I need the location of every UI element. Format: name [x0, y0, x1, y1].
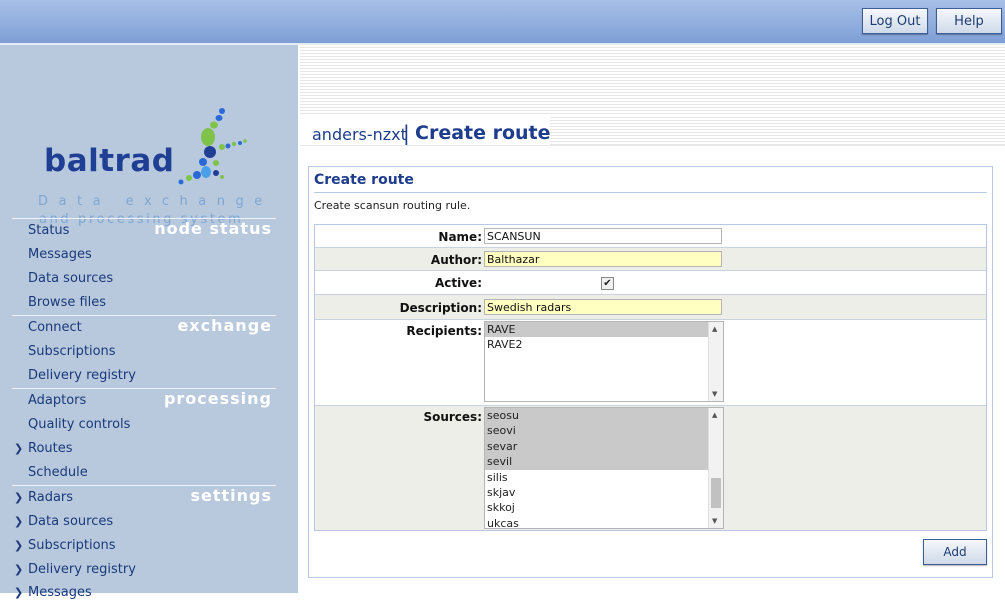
logo-wordmark: baltrad: [44, 143, 175, 179]
active-label: Active:: [434, 276, 482, 290]
sidebar-item-settings-subscriptions[interactable]: Subscriptions: [28, 538, 116, 553]
section-title: node status: [154, 219, 272, 238]
name-label: Name:: [438, 230, 482, 244]
divider: [300, 145, 1005, 146]
sidebar-item-adaptors[interactable]: Adaptors: [28, 393, 86, 408]
scroll-up-icon[interactable]: ▲: [712, 325, 717, 333]
list-item[interactable]: ukcas: [485, 516, 709, 528]
logout-button[interactable]: Log Out: [862, 8, 928, 34]
section-title: exchange: [177, 316, 272, 335]
list-item[interactable]: silis: [485, 470, 709, 485]
scrollbar[interactable]: ▲ ▼: [708, 408, 723, 528]
list-item[interactable]: seosu: [485, 408, 709, 424]
chevron-right-icon: ❯: [14, 539, 24, 552]
sidebar-item-status[interactable]: Status: [28, 223, 69, 238]
add-button[interactable]: Add: [923, 539, 987, 565]
sources-label: Sources:: [423, 410, 482, 424]
panel-description: Create scansun routing rule.: [314, 199, 471, 212]
sources-listbox[interactable]: seosu seovi sevar sevil silis skjav skko…: [484, 407, 724, 529]
list-item[interactable]: skjav: [485, 485, 709, 500]
form-row-author: Author: Balthazar: [315, 248, 986, 271]
form-row-recipients: Recipients: RAVE RAVE2 ▲ ▼: [315, 320, 986, 406]
node-name: anders-nzxt: [312, 125, 407, 144]
chevron-right-icon: ❯: [14, 563, 24, 576]
sidebar-item-routes[interactable]: Routes: [28, 441, 73, 456]
form-row-name: Name: SCANSUN: [315, 225, 986, 248]
list-item[interactable]: RAVE: [485, 322, 709, 338]
sidebar-item-delivery-registry[interactable]: Delivery registry: [28, 368, 136, 383]
header-pattern: [550, 115, 1005, 145]
list-item[interactable]: sevil: [485, 454, 709, 470]
sidebar-item-subscriptions[interactable]: Subscriptions: [28, 344, 116, 359]
scroll-up-icon[interactable]: ▲: [712, 411, 717, 419]
sidebar-item-connect[interactable]: Connect: [28, 320, 82, 335]
scroll-down-icon[interactable]: ▼: [712, 517, 717, 525]
divider: [314, 192, 987, 193]
section-title: settings: [190, 486, 272, 505]
route-form: Name: SCANSUN Author: Balthazar Active: …: [314, 224, 987, 531]
description-label: Description:: [399, 301, 482, 315]
description-input[interactable]: Swedish radars: [484, 299, 722, 315]
panel-title: Create route: [314, 172, 414, 188]
logo-graphic-icon: [178, 108, 247, 185]
form-row-active: Active: ✔: [315, 271, 986, 295]
sidebar: baltrad Data exchange and processing sys…: [0, 45, 298, 600]
recipients-label: Recipients:: [406, 324, 482, 338]
page-title: Create route: [415, 122, 551, 144]
title-separator: |: [403, 121, 410, 145]
chevron-right-icon: ❯: [14, 442, 24, 455]
active-checkbox[interactable]: ✔: [601, 277, 614, 290]
sidebar-item-radars[interactable]: Radars: [28, 490, 73, 505]
scrollbar[interactable]: ▲ ▼: [708, 322, 723, 401]
chevron-right-icon: ❯: [14, 491, 24, 504]
sidebar-item-settings-delivery-registry[interactable]: Delivery registry: [28, 562, 136, 577]
recipients-listbox[interactable]: RAVE RAVE2 ▲ ▼: [484, 321, 724, 402]
help-button[interactable]: Help: [936, 8, 1002, 34]
form-row-description: Description: Swedish radars: [315, 295, 986, 320]
create-route-panel: Create route Create scansun routing rule…: [308, 166, 993, 578]
list-item[interactable]: sevar: [485, 438, 709, 455]
list-item[interactable]: RAVE2: [485, 337, 709, 352]
sidebar-item-settings-data-sources[interactable]: Data sources: [28, 514, 113, 529]
author-input[interactable]: Balthazar: [484, 251, 722, 267]
list-item[interactable]: skkoj: [485, 500, 709, 515]
sidebar-item-quality-controls[interactable]: Quality controls: [28, 417, 130, 432]
section-title: processing: [163, 389, 272, 408]
top-bar: Log Out Help: [0, 0, 1005, 45]
logo-tagline: Data exchange: [38, 194, 273, 209]
sidebar-item-messages[interactable]: Messages: [28, 247, 92, 262]
sidebar-item-browse-files[interactable]: Browse files: [28, 295, 106, 310]
sidebar-item-schedule[interactable]: Schedule: [28, 465, 88, 480]
name-input[interactable]: SCANSUN: [484, 228, 722, 244]
scroll-down-icon[interactable]: ▼: [712, 390, 717, 398]
list-item[interactable]: seovi: [485, 423, 709, 439]
form-row-sources: Sources: seosu seovi sevar sevil silis s…: [315, 406, 986, 530]
chevron-right-icon: ❯: [14, 515, 24, 528]
sidebar-item-data-sources[interactable]: Data sources: [28, 271, 113, 286]
author-label: Author:: [430, 253, 482, 267]
scrollbar-thumb[interactable]: [711, 478, 721, 508]
header-pattern: [300, 45, 1005, 115]
